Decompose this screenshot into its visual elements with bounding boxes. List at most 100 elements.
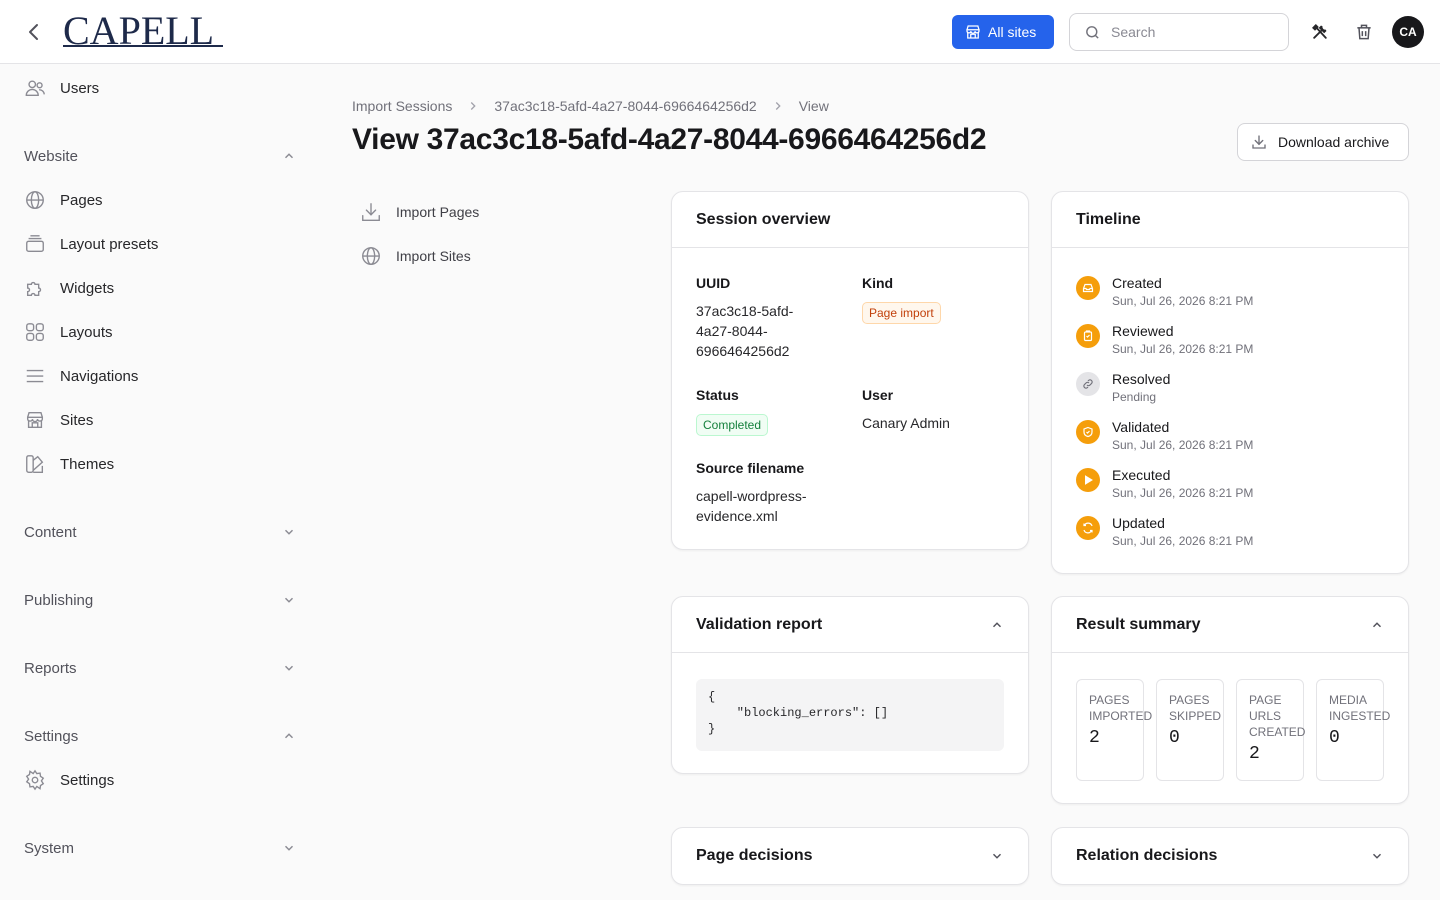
stat-value: 0 (1329, 728, 1340, 748)
page-decisions-card[interactable]: Page decisions (671, 827, 1029, 885)
relation-decisions-card[interactable]: Relation decisions (1051, 827, 1409, 885)
source-filename-label: Source filename (696, 460, 805, 476)
sidebar-item-label: Widgets (60, 279, 115, 297)
session-overview-title: Session overview (696, 210, 831, 228)
timeline-item-resolved: Resolved Pending (1076, 370, 1170, 406)
timeline-time: Sun, Jul 26, 2026 8:21 PM (1112, 486, 1254, 500)
validation-report-title: Validation report (696, 615, 823, 633)
page-title: View 37ac3c18-5afd-4a27-8044-6966464256d… (352, 123, 987, 156)
sidebar-group-content[interactable]: Content (24, 520, 296, 544)
sidebar-item-layouts[interactable]: Layouts (24, 314, 113, 350)
timeline-item-created: Created Sun, Jul 26, 2026 8:21 PM (1076, 274, 1253, 310)
breadcrumb-view: View (798, 98, 829, 114)
chevron-up-icon[interactable] (1370, 618, 1384, 632)
source-filename-line: evidence.xml (696, 508, 778, 524)
sidebar-item-label: Layout presets (60, 235, 159, 253)
timeline-title: Resolved (1112, 371, 1171, 387)
stat-pages-imported: Pages imported 2 (1076, 679, 1152, 781)
play-icon (1076, 468, 1100, 492)
gear-icon (24, 769, 46, 791)
sidebar-item-label: Layouts (60, 323, 113, 341)
users-icon (24, 77, 46, 99)
page-decisions-title: Page decisions (696, 847, 813, 864)
tools-icon[interactable] (1310, 22, 1330, 42)
chevron-up-icon[interactable] (990, 618, 1004, 632)
sidebar-group-settings[interactable]: Settings (24, 724, 296, 748)
card-title: Relation decisions (1052, 828, 1408, 884)
search-input[interactable] (1111, 24, 1271, 40)
app-logo[interactable]: CAPELL (63, 8, 214, 54)
back-arrow-icon[interactable] (22, 20, 46, 44)
all-sites-button[interactable]: All sites (952, 15, 1054, 49)
download-archive-label: Download archive (1278, 134, 1390, 150)
chevron-down-icon (282, 661, 296, 675)
download-archive-button[interactable]: Download archive (1237, 123, 1409, 161)
chevron-right-icon (466, 99, 480, 113)
sidebar-group-publishing[interactable]: Publishing (24, 588, 296, 612)
globe-icon (24, 189, 46, 211)
menu-lines-icon (24, 365, 46, 387)
stat-value: 2 (1089, 728, 1100, 748)
breadcrumb-import-sessions[interactable]: Import Sessions (352, 98, 452, 114)
result-summary-title: Result summary (1076, 615, 1201, 633)
validation-report-card: Validation report { "blocking_errors": [… (671, 596, 1029, 774)
sidebar: Users Website Pages Layout presets Widge… (0, 65, 320, 900)
grid-icon (24, 321, 46, 343)
chevron-up-icon (282, 149, 296, 163)
stat-label: Page URLs created (1249, 693, 1306, 739)
stat-label: Pages skipped (1169, 693, 1222, 723)
timeline-card: Timeline Created Sun, Jul 26, 2026 8:21 P… (1051, 191, 1409, 574)
kind-label: Kind (862, 275, 894, 291)
kind-badge: Page import (862, 302, 941, 324)
group-label: Content (24, 523, 77, 541)
group-label: Publishing (24, 591, 94, 609)
sidebar-item-users[interactable]: Users (24, 70, 99, 106)
chevron-down-icon[interactable] (1370, 849, 1384, 863)
chevron-down-icon (282, 525, 296, 539)
sidebar-item-label: Pages (60, 191, 103, 209)
sidebar-group-website[interactable]: Website (24, 144, 296, 168)
puzzle-icon (24, 277, 46, 299)
subnav-import-pages[interactable]: Import Pages (352, 194, 479, 230)
user-avatar[interactable]: CA (1392, 16, 1424, 48)
stat-media-ingested: Media ingested 0 (1316, 679, 1390, 781)
inbox-icon (1076, 276, 1100, 300)
sidebar-item-widgets[interactable]: Widgets (24, 270, 114, 306)
chevron-down-icon (282, 593, 296, 607)
sidebar-group-system[interactable]: System (24, 836, 296, 860)
session-overview-card: Session overview UUID 37ac3c18-5afd- 4a2… (671, 191, 1029, 550)
storefront-icon (24, 409, 46, 431)
timeline-time: Sun, Jul 26, 2026 8:21 PM (1112, 438, 1254, 452)
stat-value: 2 (1249, 744, 1260, 764)
breadcrumb-session-id[interactable]: 37ac3c18-5afd-4a27-8044-6966464256d2 (494, 98, 756, 114)
trash-icon[interactable] (1354, 22, 1374, 42)
breadcrumb: Import Sessions 37ac3c18-5afd-4a27-8044-… (352, 96, 829, 116)
sidebar-item-navigations[interactable]: Navigations (24, 358, 138, 394)
timeline-time: Sun, Jul 26, 2026 8:21 PM (1112, 294, 1254, 308)
group-label: Reports (24, 659, 77, 677)
timeline-item-updated: Updated Sun, Jul 26, 2026 8:21 PM (1076, 514, 1253, 550)
timeline-item-executed: Executed Sun, Jul 26, 2026 8:21 PM (1076, 466, 1253, 502)
stat-label: Media ingested (1329, 693, 1391, 723)
sidebar-item-settings[interactable]: Settings (24, 762, 114, 798)
user-value: Canary Admin (862, 415, 950, 431)
sidebar-group-reports[interactable]: Reports (24, 656, 296, 680)
chevron-down-icon[interactable] (990, 849, 1004, 863)
relation-decisions-title: Relation decisions (1076, 847, 1218, 864)
sidebar-item-sites[interactable]: Sites (24, 402, 93, 438)
sidebar-item-themes[interactable]: Themes (24, 446, 114, 482)
sidebar-item-pages[interactable]: Pages (24, 182, 103, 218)
status-label: Status (696, 387, 739, 403)
card-title: Result summary (1052, 597, 1408, 653)
download-icon (360, 201, 382, 223)
search-box[interactable] (1069, 13, 1289, 51)
card-title: Validation report (672, 597, 1028, 653)
timeline-title: Validated (1112, 419, 1170, 435)
stat-page-urls-created: Page URLs created 2 (1236, 679, 1305, 781)
shield-icon (1076, 420, 1100, 444)
all-sites-label: All sites (988, 24, 1037, 40)
timeline-title: Timeline (1076, 210, 1141, 228)
subnav-import-sites[interactable]: Import Sites (352, 238, 471, 274)
uuid-value: 37ac3c18-5afd- 4a27-8044- 6966464256d2 (696, 301, 793, 361)
sidebar-item-layout-presets[interactable]: Layout presets (24, 226, 158, 262)
